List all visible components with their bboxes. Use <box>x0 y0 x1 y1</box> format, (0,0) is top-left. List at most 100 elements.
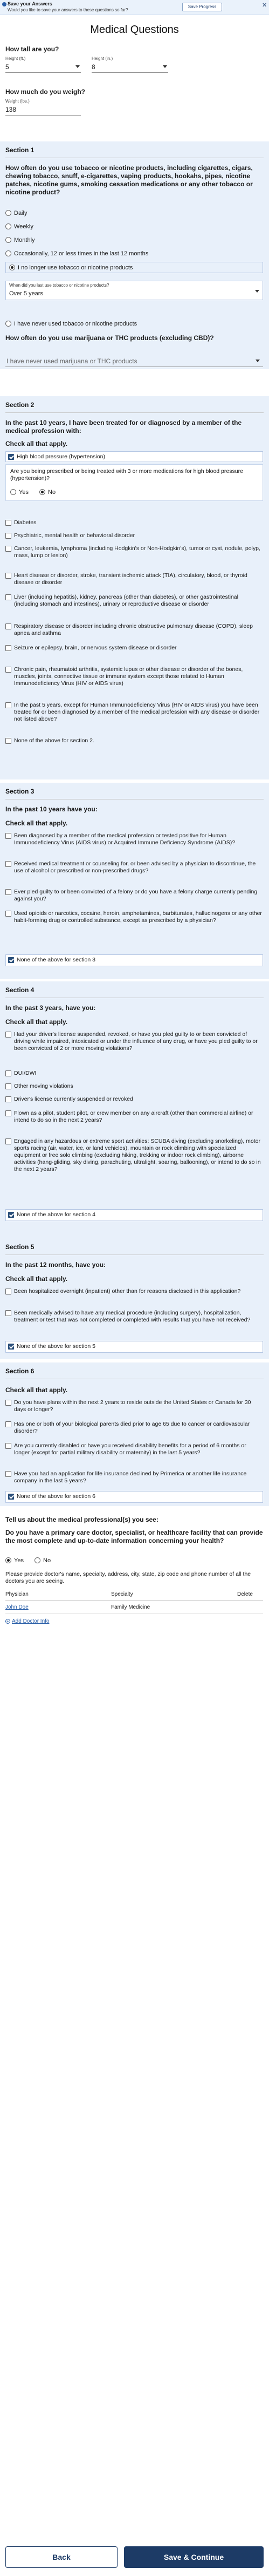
checkbox-checked[interactable] <box>8 1212 14 1218</box>
tobacco-question: How often do you use tobacco or nicotine… <box>5 164 253 196</box>
last-use-dropdown[interactable]: When did you last use tobacco or nicotin… <box>5 281 263 300</box>
section-4-title: Section 4 <box>5 986 35 994</box>
radio-button-selected[interactable] <box>5 1557 11 1563</box>
close-icon[interactable]: ✕ <box>262 2 267 9</box>
checkbox[interactable] <box>5 520 11 526</box>
section-2-question: In the past 10 years, I have been treate… <box>5 419 242 435</box>
checkbox[interactable] <box>5 667 11 673</box>
column-physician: Physician <box>5 1591 29 1597</box>
option-label: No <box>48 489 56 496</box>
save-answers-banner: Save your Answers Would you like to save… <box>0 0 269 15</box>
option-label: Ever pled guilty to or been convicted of… <box>14 889 258 902</box>
bp-followup-card: Are you being prescribed or being treate… <box>5 464 263 501</box>
checkbox[interactable] <box>5 1083 11 1089</box>
check-all-label: Check all that apply. <box>5 1018 68 1026</box>
option-label: Yes <box>14 1557 24 1564</box>
checkbox-checked[interactable] <box>8 1494 14 1500</box>
checkbox[interactable] <box>5 1310 11 1316</box>
check-all-label: Check all that apply. <box>5 819 68 827</box>
height-inches-select[interactable] <box>92 72 168 73</box>
thc-value[interactable]: I have never used marijuana or THC produ… <box>6 357 137 365</box>
column-delete: Delete <box>237 1591 253 1597</box>
checkbox[interactable] <box>5 1138 11 1144</box>
checkbox-checked[interactable] <box>8 957 14 963</box>
physician-name-link[interactable]: John Doe <box>5 1604 29 1610</box>
physician-specialty: Family Medicine <box>111 1604 150 1610</box>
weight-input[interactable]: 138 <box>5 106 16 113</box>
save-progress-button[interactable]: Save Progress <box>182 3 222 11</box>
checkbox[interactable] <box>5 911 11 917</box>
checkbox[interactable] <box>5 1421 11 1427</box>
checkbox[interactable] <box>5 833 11 839</box>
option-label: None of the above for section 3 <box>17 957 95 963</box>
checkbox[interactable] <box>5 1289 11 1294</box>
section-3-none[interactable]: None of the above for section 3 <box>5 954 263 966</box>
radio-button[interactable] <box>5 321 11 327</box>
option-label: Been diagnosed by a member of the medica… <box>14 832 236 846</box>
option-label: None of the above for section 4 <box>17 1211 95 1218</box>
height-feet-select[interactable] <box>5 72 81 73</box>
checkbox[interactable] <box>5 594 11 600</box>
checkbox[interactable] <box>5 546 11 552</box>
height-inches-label: Height (in.) <box>92 56 113 61</box>
chevron-down-icon[interactable] <box>163 65 167 68</box>
checkbox-checked[interactable] <box>8 454 14 460</box>
section-3-title: Section 3 <box>5 788 35 795</box>
radio-button[interactable] <box>5 210 11 216</box>
radio-button[interactable] <box>5 237 11 243</box>
checkbox[interactable] <box>5 1471 11 1477</box>
weight-question: How much do you weigh? <box>5 88 85 96</box>
check-all-label: Check all that apply. <box>5 440 68 448</box>
option-label: Used opioids or narcotics, cocaine, hero… <box>14 910 262 924</box>
last-use-value[interactable]: Over 5 years <box>9 290 43 297</box>
option-label: Driver's license currently suspended or … <box>14 1096 133 1102</box>
section-5-none[interactable]: None of the above for section 5 <box>5 1341 263 1353</box>
option-label: Flown as a pilot, student pilot, or crew… <box>14 1110 253 1123</box>
back-button[interactable]: Back <box>5 2546 118 2568</box>
radio-button[interactable] <box>5 223 11 229</box>
checkbox-checked[interactable] <box>8 1344 14 1350</box>
checkbox[interactable] <box>5 1443 11 1449</box>
section-4-none[interactable]: None of the above for section 4 <box>5 1209 263 1221</box>
checkbox[interactable] <box>5 623 11 629</box>
info-icon <box>2 2 6 6</box>
checkbox[interactable] <box>5 645 11 651</box>
condition-high-blood-pressure[interactable]: High blood pressure (hypertension) <box>5 451 263 462</box>
checkbox[interactable] <box>5 889 11 895</box>
option-label: Been medically advised to have any medic… <box>14 1310 251 1323</box>
radio-button[interactable] <box>5 250 11 256</box>
height-inches-value[interactable]: 8 <box>92 63 95 71</box>
checkbox[interactable] <box>5 1110 11 1116</box>
save-continue-button[interactable]: Save & Continue <box>124 2546 264 2568</box>
banner-subtitle: Would you like to save your answers to t… <box>8 8 128 12</box>
radio-button-selected[interactable] <box>9 265 15 270</box>
chevron-down-icon[interactable] <box>255 290 259 293</box>
option-label: No <box>43 1557 51 1564</box>
thc-dropdown[interactable]: I have never used marijuana or THC produ… <box>5 355 263 367</box>
radio-button-selected[interactable] <box>39 489 45 495</box>
chevron-down-icon[interactable] <box>256 360 260 362</box>
checkbox[interactable] <box>5 702 11 708</box>
section-6-title: Section 6 <box>5 1367 35 1375</box>
radio-button[interactable] <box>35 1557 40 1563</box>
checkbox[interactable] <box>5 1070 11 1076</box>
instructions-text: Please provide doctor's name, specialty,… <box>5 1571 251 1584</box>
section-6-none[interactable]: None of the above for section 6 <box>5 1491 263 1503</box>
checkbox[interactable] <box>5 1096 11 1102</box>
height-feet-label: Height (ft.) <box>5 56 26 61</box>
checkbox[interactable] <box>5 573 11 579</box>
add-doctor-button[interactable]: + Add Doctor Info <box>5 1618 49 1624</box>
table-header-divider <box>5 1600 263 1601</box>
tobacco-option-no-longer[interactable]: I no longer use tobacco or nicotine prod… <box>5 262 263 273</box>
checkbox[interactable] <box>5 861 11 867</box>
checkbox[interactable] <box>5 738 11 744</box>
option-label: Other moving violations <box>14 1083 73 1089</box>
checkbox[interactable] <box>5 533 11 539</box>
option-label: Liver (including hepatitis), kidney, pan… <box>14 594 238 607</box>
checkbox[interactable] <box>5 1400 11 1406</box>
chevron-down-icon[interactable] <box>75 65 80 68</box>
checkbox[interactable] <box>5 1032 11 1038</box>
radio-button[interactable] <box>10 489 16 495</box>
option-label: Seizure or epilepsy, brain, or nervous s… <box>14 645 177 651</box>
height-feet-value[interactable]: 5 <box>5 63 9 71</box>
